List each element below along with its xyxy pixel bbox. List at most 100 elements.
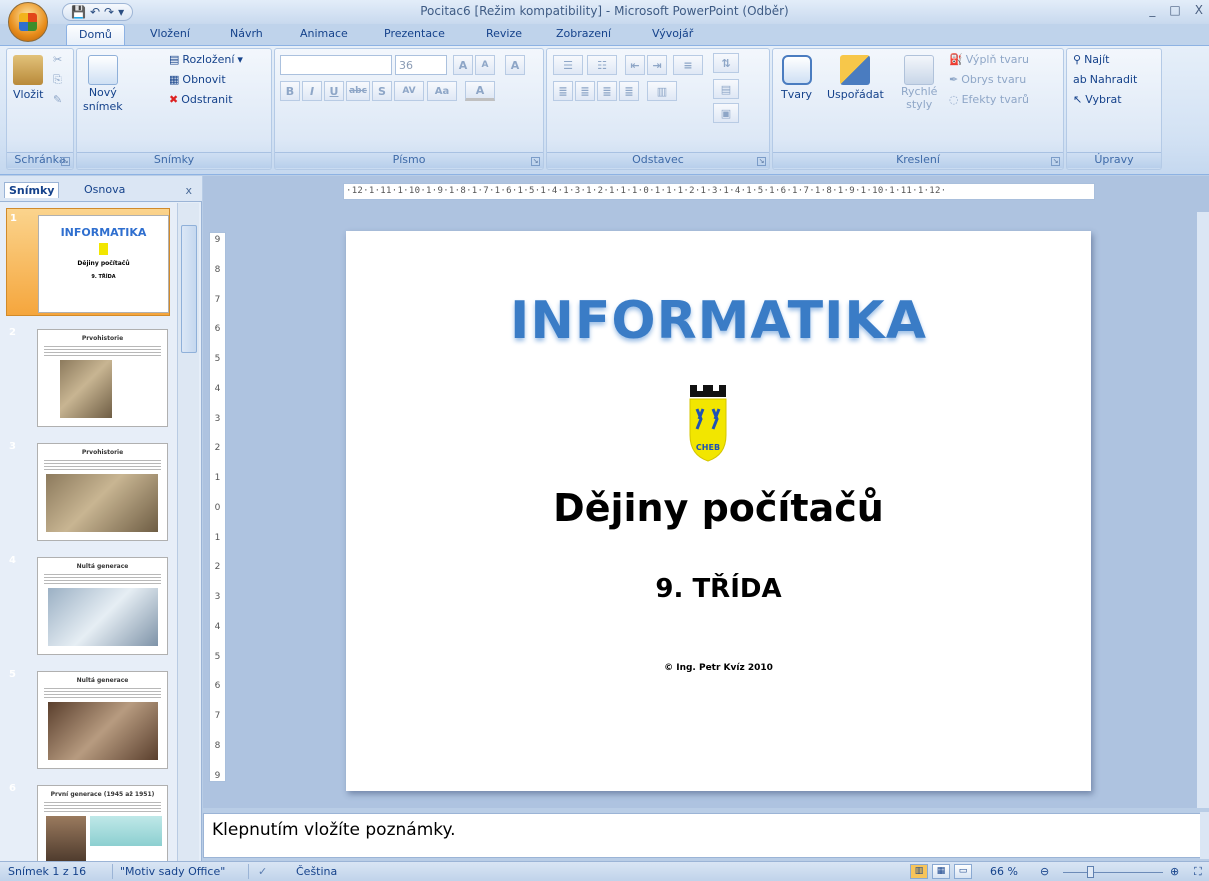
ribbon-tabs: Domů Vložení Návrh Animace Prezentace Re… [0,24,1209,47]
columns-button[interactable]: ▥ [647,81,677,101]
quick-styles-button[interactable]: Rychlé styly [901,55,937,111]
spellcheck-icon[interactable]: ✓ [258,865,267,878]
paragraph-launcher-icon[interactable]: ↘ [757,157,766,166]
line-spacing-button[interactable]: ≡ [673,55,703,75]
slide-thumbnail-2[interactable]: 2 Prvohistorie [6,323,170,431]
slide-editor: ·12·1·11·1·10·1·9·1·8·1·7·1·6·1·5·1·4·1·… [203,176,1209,808]
zoom-level[interactable]: 66 % [990,865,1018,878]
language-indicator[interactable]: Čeština [296,865,337,878]
tab-slideshow[interactable]: Prezentace [384,27,445,40]
fit-to-window-icon[interactable]: ⛶ [1194,865,1202,879]
align-left-button[interactable]: ≣ [553,81,573,101]
slide-thumbnail-6[interactable]: 6 První generace (1945 až 1951) [6,779,170,862]
tab-review[interactable]: Revize [486,27,522,40]
zoom-out-icon[interactable]: ⊖ [1040,865,1049,878]
shape-fill-button[interactable]: ⛽ Výplň tvaru [949,53,1029,66]
decrease-indent-button[interactable]: ⇤ [625,55,645,75]
delete-icon: ✖ [169,93,179,106]
slide-sorter-view-icon[interactable]: ▦ [932,864,950,879]
current-slide[interactable]: INFORMATIKA CHEB Dějiny počítačů 9. TŘÍD… [346,231,1091,791]
font-size-combo[interactable]: 36 [395,55,447,75]
office-button[interactable] [8,2,48,42]
zoom-in-icon[interactable]: ⊕ [1170,865,1179,878]
group-font: 36 A A A B I U abc S AV Aa A Písmo ↘ [274,48,544,170]
change-case-button[interactable]: Aa [427,81,457,101]
minimize-button[interactable]: _ [1149,3,1155,17]
align-right-button[interactable]: ≣ [597,81,617,101]
restore-button[interactable]: □ [1169,3,1180,17]
normal-view-icon[interactable]: ▥ [910,864,928,879]
shape-effects-button[interactable]: ◌ Efekty tvarů [949,93,1029,106]
select-button[interactable]: ↖ Vybrat [1073,93,1122,106]
slide-class-label[interactable]: 9. TŘÍDA [346,574,1091,604]
tab-design[interactable]: Návrh [230,27,263,40]
slide-title[interactable]: INFORMATIKA [346,291,1091,351]
shrink-font-button[interactable]: A [475,55,495,75]
text-direction-button[interactable]: ⇅ [713,53,739,73]
tab-insert[interactable]: Vložení [150,27,190,40]
tab-animations[interactable]: Animace [300,27,348,40]
grow-font-button[interactable]: A [453,55,473,75]
ruler-tick-label: 9 [214,235,221,245]
shadow-button[interactable]: S [372,81,392,101]
justify-button[interactable]: ≣ [619,81,639,101]
slide-thumbnail-3[interactable]: 3 Prvohistorie [6,437,170,545]
editor-scrollbar[interactable] [1197,212,1209,808]
font-launcher-icon[interactable]: ↘ [531,157,540,166]
new-slide-button[interactable]: Nový snímek [83,55,123,113]
zoom-slider[interactable] [1063,872,1163,873]
align-text-button[interactable]: ▤ [713,79,739,99]
paste-button[interactable]: Vložit [13,55,43,101]
tab-home[interactable]: Domů [66,24,125,47]
powerpoint-window: 💾 ↶ ↷ ▾ Pocitac6 [Režim kompatibility] -… [0,0,1209,881]
font-color-button[interactable]: A [465,81,495,101]
reset-button[interactable]: ▦ Obnovit [169,73,226,86]
chevron-down-icon: ▾ [237,53,243,66]
bullets-button[interactable]: ☰ [553,55,583,75]
font-name-combo[interactable] [280,55,392,75]
copy-icon[interactable]: ⎘ [53,73,62,87]
strikethrough-button[interactable]: abc [346,81,370,101]
underline-button[interactable]: U [324,81,344,101]
drawing-launcher-icon[interactable]: ↘ [1051,157,1060,166]
tab-view[interactable]: Zobrazení [556,27,611,40]
arrange-button[interactable]: Uspořádat [827,55,884,101]
clear-formatting-button[interactable]: A [505,55,525,75]
notes-pane[interactable]: Klepnutím vložíte poznámky. [203,813,1201,858]
slide-subtitle[interactable]: Dějiny počítačů [346,486,1091,530]
char-spacing-button[interactable]: AV [394,81,424,101]
shapes-button[interactable]: Tvary [781,55,812,101]
tab-developer[interactable]: Vývojář [652,27,693,40]
slide-thumbnail-1[interactable]: 1 INFORMATIKA Dějiny počítačů 9. TŘÍDA [6,208,170,316]
smartart-button[interactable]: ▣ [713,103,739,123]
delete-slide-button[interactable]: ✖ Odstranit [169,93,233,106]
find-button[interactable]: ⚲ Najít [1073,53,1109,66]
shape-outline-button[interactable]: ✒ Obrys tvaru [949,73,1026,86]
bold-button[interactable]: B [280,81,300,101]
theme-name[interactable]: "Motiv sady Office" [120,865,225,878]
tab-outline[interactable]: Osnova [80,182,129,197]
layout-button[interactable]: ▤ Rozložení ▾ [169,53,243,66]
notes-scrollbar[interactable] [1200,812,1209,859]
italic-button[interactable]: I [302,81,322,101]
zoom-slider-thumb[interactable] [1087,866,1094,878]
format-painter-icon[interactable]: ✎ [53,93,62,106]
tab-slides[interactable]: Snímky [4,182,60,198]
thumbnail-scrollbar[interactable] [177,203,199,862]
increase-indent-button[interactable]: ⇥ [647,55,667,75]
scrollbar-thumb[interactable] [181,225,197,353]
clipboard-launcher-icon[interactable]: ↘ [61,157,70,166]
cut-icon[interactable]: ✂ [53,53,62,66]
replace-button[interactable]: ab Nahradit [1073,73,1137,86]
emblem-text: CHEB [696,443,720,452]
ruler-tick-label: 0 [214,502,221,513]
close-icon[interactable]: x [185,184,192,197]
slide-thumbnail-5[interactable]: 5 Nultá generace [6,665,170,773]
close-button[interactable]: X [1195,3,1203,17]
numbering-button[interactable]: ☷ [587,55,617,75]
slide-copyright[interactable]: © Ing. Petr Kvíz 2010 [346,663,1091,673]
slide-thumbnail-4[interactable]: 4 Nultá generace [6,551,170,659]
align-center-button[interactable]: ≣ [575,81,595,101]
slideshow-view-icon[interactable]: ▭ [954,864,972,879]
thumbnail-preview: Prvohistorie [37,443,168,541]
